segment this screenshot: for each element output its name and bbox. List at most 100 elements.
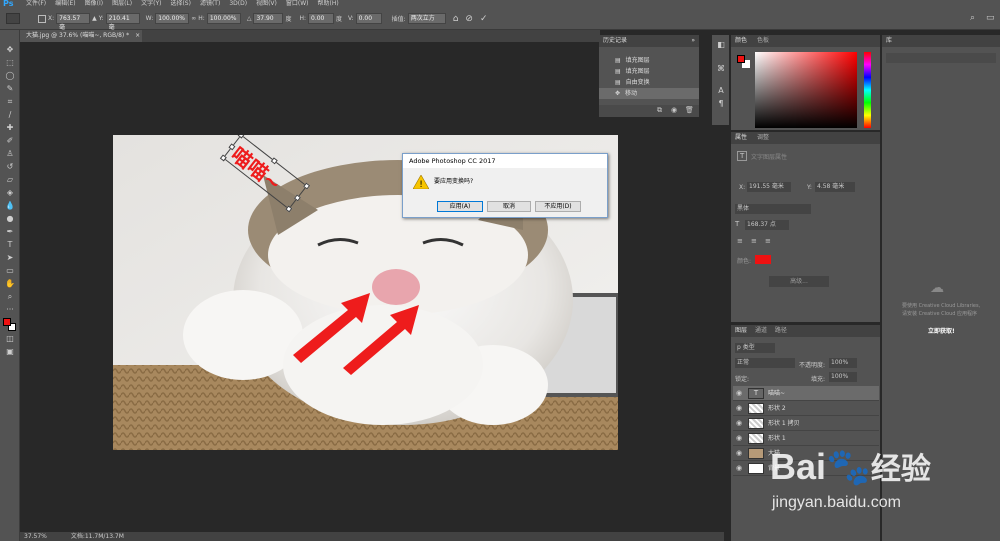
type-tool-icon[interactable]: T (4, 239, 16, 250)
foreground-color-swatch[interactable] (3, 318, 11, 326)
color-field[interactable] (755, 52, 857, 128)
y-field[interactable]: 210.41 毫 (105, 13, 140, 31)
healing-brush-icon[interactable]: ✚ (4, 122, 16, 133)
quick-select-icon[interactable]: ✎ (4, 83, 16, 94)
width-field[interactable]: 100.00% (155, 13, 190, 24)
move-tool-icon[interactable]: ✥ (4, 44, 16, 55)
path-select-icon[interactable]: ➤ (4, 252, 16, 263)
eye-icon[interactable]: ◉ (736, 431, 742, 446)
more-tools-icon[interactable]: ··· (4, 304, 16, 315)
history-item[interactable]: ▤ 填充图层 (599, 66, 699, 77)
close-tab-icon[interactable]: × (135, 32, 140, 39)
menu-item[interactable]: 图层(L) (112, 0, 132, 8)
eye-icon[interactable]: ◉ (736, 416, 742, 431)
layer-row[interactable]: ◉ T 喵喵~ (733, 386, 879, 401)
opacity-field[interactable]: 100% (829, 358, 857, 368)
paint-bucket-icon[interactable]: ◈ (4, 187, 16, 198)
tab-properties[interactable]: 属性 (735, 134, 747, 141)
eye-icon[interactable]: ◉ (736, 461, 742, 476)
prop-x-field[interactable]: 191.55 毫米 (747, 182, 791, 192)
eye-icon[interactable]: ◉ (736, 401, 742, 416)
cancel-transform-icon[interactable]: ⊘ (465, 14, 473, 24)
text-color-swatch[interactable] (755, 255, 771, 264)
layer-filter[interactable]: p 类型 (735, 343, 775, 353)
font-family-select[interactable]: 黑体 (735, 204, 811, 214)
blend-mode-select[interactable]: 正常 (735, 358, 795, 368)
menu-item[interactable]: 编辑(E) (55, 0, 75, 8)
eye-icon[interactable]: ◉ (736, 386, 742, 401)
menu-item[interactable]: 帮助(H) (318, 0, 339, 8)
camera-icon[interactable]: ◉ (671, 106, 677, 114)
menu-item[interactable]: 文字(Y) (141, 0, 161, 8)
hand-tool-icon[interactable]: ✋ (4, 278, 16, 289)
commit-transform-icon[interactable]: ✓ (480, 14, 488, 24)
tab-swatches[interactable]: 色板 (757, 37, 769, 44)
menu-item[interactable]: 选择(S) (170, 0, 191, 8)
history-item[interactable]: ▤ 自由变换 (599, 77, 699, 88)
document-tab[interactable]: 大猫.jpg @ 37.6% (喵喵~, RGB/8) * × (20, 30, 142, 42)
blur-tool-icon[interactable]: 💧 (4, 200, 16, 211)
workspace-icon[interactable]: ▭ (986, 13, 995, 23)
layer-row[interactable]: ◉ 形状 2 (733, 401, 879, 416)
marquee-tool-icon[interactable]: ⬚ (4, 57, 16, 68)
screen-mode-icon[interactable]: ▣ (4, 346, 16, 357)
prop-y-field[interactable]: 4.58 毫米 (815, 182, 855, 192)
link-icon[interactable]: ∞ (191, 15, 196, 22)
crop-tool-icon[interactable]: ⌗ (4, 96, 16, 107)
eye-icon[interactable]: ◉ (736, 446, 742, 461)
character-icon[interactable]: A (715, 85, 727, 96)
fg-swatch[interactable] (737, 55, 745, 63)
tab-color[interactable]: 颜色 (735, 37, 747, 44)
cancel-button[interactable]: 取消 (487, 201, 531, 212)
brush-tool-icon[interactable]: ✐ (4, 135, 16, 146)
layer-row[interactable]: ◉ 形状 1 拷贝 (733, 416, 879, 431)
history-item[interactable]: ✥ 移动 (599, 88, 699, 99)
warp-icon[interactable]: ⌂ (453, 14, 459, 24)
lasso-tool-icon[interactable]: ◯ (4, 70, 16, 81)
h-skew-field[interactable]: 0.00 (308, 13, 334, 24)
v-skew-field[interactable]: 0.00 (355, 13, 382, 24)
menu-item[interactable]: 文件(F) (26, 0, 46, 8)
triangle-icon[interactable]: ▲ (92, 15, 97, 22)
history-item[interactable]: ▤ 填充图层 (599, 55, 699, 66)
tool-preset[interactable] (6, 13, 20, 24)
zoom-level[interactable]: 37.57% (24, 533, 47, 540)
pen-tool-icon[interactable]: ✒ (4, 226, 16, 237)
align-left-icon[interactable]: ≡ (737, 237, 743, 245)
menu-item[interactable]: 3D(D) (229, 0, 247, 8)
shape-tool-icon[interactable]: ▭ (4, 265, 16, 276)
paragraph-icon[interactable]: ¶ (715, 98, 727, 109)
snapshot-icon[interactable]: ⧉ (657, 106, 662, 115)
history-icon[interactable]: ◧ (715, 39, 727, 50)
delete-icon[interactable]: 🗑 (685, 106, 694, 114)
library-select[interactable] (886, 53, 996, 63)
collapse-icon[interactable]: » (691, 35, 695, 47)
menu-item[interactable]: 图像(I) (85, 0, 103, 8)
menu-item[interactable]: 滤镜(T) (200, 0, 220, 8)
hue-slider[interactable] (864, 52, 871, 128)
color-swatches[interactable] (3, 318, 17, 332)
height-field[interactable]: 100.00% (206, 13, 241, 24)
x-field[interactable]: 763.57 毫 (56, 13, 91, 31)
font-size-field[interactable]: 168.37 点 (745, 220, 789, 230)
interpolation-select[interactable]: 两次立方 (407, 13, 446, 24)
ref-point-icon[interactable] (38, 14, 46, 23)
get-now-link[interactable]: 立即获取! (928, 326, 955, 335)
search-icon[interactable]: ⌕ (970, 13, 975, 23)
advanced-button[interactable]: 高级... (769, 276, 829, 287)
quick-mask-icon[interactable]: ◫ (4, 333, 16, 344)
fill-field[interactable]: 100% (829, 372, 857, 382)
menu-item[interactable]: 窗口(W) (286, 0, 309, 8)
angle-field[interactable]: 37.90 (253, 13, 284, 24)
eraser-icon[interactable]: ▱ (4, 174, 16, 185)
history-brush-icon[interactable]: ↺ (4, 161, 16, 172)
actions-icon[interactable]: ⌘ (715, 63, 727, 74)
eyedropper-icon[interactable]: ∕ (4, 109, 16, 120)
apply-button[interactable]: 应用(A) (437, 201, 483, 212)
dont-apply-button[interactable]: 不应用(D) (535, 201, 581, 212)
clone-stamp-icon[interactable]: ♙ (4, 148, 16, 159)
dodge-tool-icon[interactable]: ● (4, 213, 16, 224)
menu-item[interactable]: 视图(V) (256, 0, 277, 8)
align-center-icon[interactable]: ≡ (751, 237, 757, 245)
zoom-tool-icon[interactable]: ⌕ (4, 291, 16, 302)
